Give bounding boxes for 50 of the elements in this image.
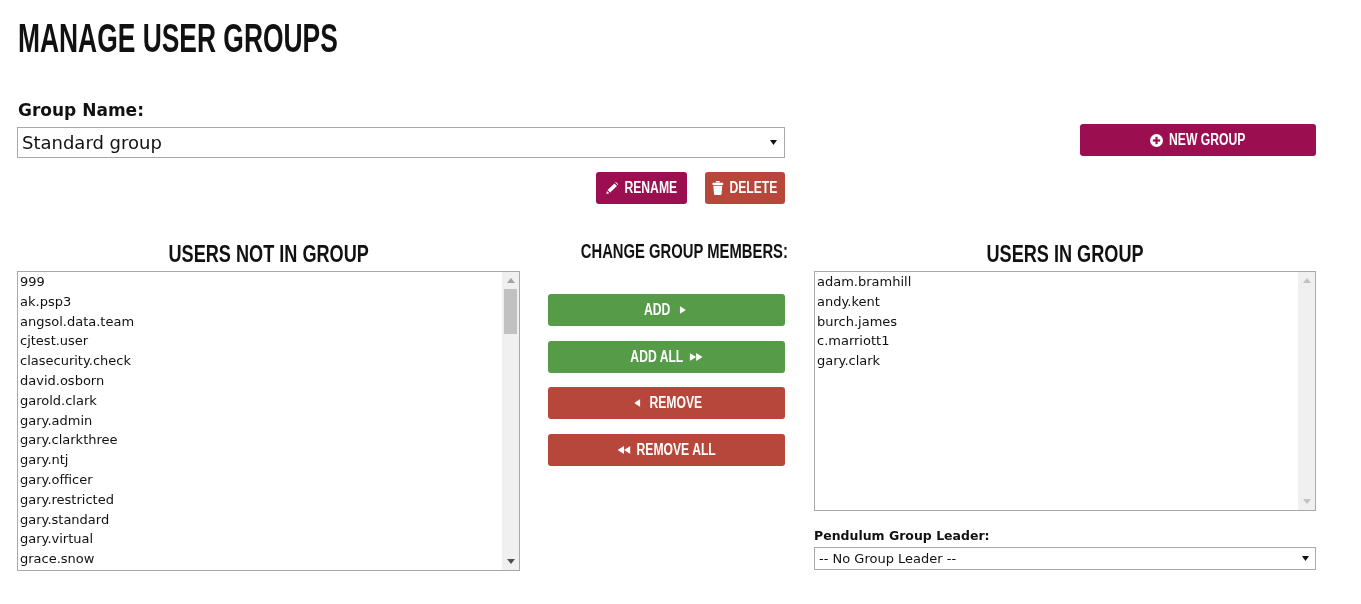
list-item[interactable]: adam.bramhill	[816, 272, 1298, 292]
caret-right-icon	[679, 306, 686, 314]
rename-button[interactable]: RENAME	[596, 172, 687, 204]
list-item[interactable]: angsol.data.team	[19, 311, 502, 332]
column-heading: USERS IN GROUP	[986, 242, 1144, 266]
list-item[interactable]: cjtest.user	[19, 331, 502, 352]
list-item[interactable]: gary.virtual	[19, 529, 502, 550]
list-item[interactable]: andy.kent	[816, 291, 1298, 312]
group-leader-label: Pendulum Group Leader:	[814, 528, 990, 544]
new-group-button[interactable]: NEW GROUP	[1080, 124, 1316, 156]
list-item[interactable]: grace.snow	[19, 549, 502, 569]
list-item[interactable]: gary.officer	[19, 469, 502, 490]
caret-left-icon	[634, 399, 641, 408]
list-item[interactable]: gary.clark	[816, 351, 1298, 371]
page-title: MANAGE USER GROUPS	[18, 19, 338, 57]
list-item[interactable]: gary.admin	[19, 410, 502, 431]
list-item[interactable]: garold.clark	[19, 390, 502, 411]
list-item[interactable]: gary.ntj	[19, 450, 502, 470]
scrollbar-thumb[interactable]	[504, 289, 517, 334]
delete-button[interactable]: DELETE	[705, 172, 785, 204]
caret-down-icon	[770, 140, 777, 145]
list-item[interactable]: clasecurity.check	[19, 351, 502, 371]
user-list-box[interactable]: 999 ak.psp3 angsol.data.team cjtest.user clasecurity.check david.osborn garold.clark gary.admin gary.clarkthree gary.ntj gary.officer gary.restricted gary.standard gary.virtual grace.snow	[17, 271, 520, 571]
trash-icon	[712, 181, 724, 195]
remove-all-button[interactable]: REMOVE ALL	[548, 434, 785, 467]
caret-down-icon	[1302, 556, 1309, 561]
group-name-label: Group Name:	[18, 99, 144, 121]
double-caret-right-icon	[689, 352, 703, 361]
list-item[interactable]: gary.clarkthree	[19, 430, 502, 451]
user-list-box[interactable]: adam.bramhill andy.kent burch.james c.marriott1 gary.clark	[814, 271, 1316, 511]
list-item[interactable]: 999	[19, 272, 502, 292]
remove-button[interactable]: REMOVE	[548, 387, 785, 420]
caret-up-icon[interactable]	[506, 278, 515, 283]
list-item[interactable]: ak.psp3	[19, 291, 502, 312]
group-name-select[interactable]: Standard group	[17, 127, 785, 158]
list-item[interactable]: c.marriott1	[816, 331, 1298, 352]
column-heading: USERS NOT IN GROUP	[168, 242, 369, 266]
list-item[interactable]: gary.restricted	[19, 489, 502, 510]
double-caret-left-icon	[617, 446, 631, 455]
scrollbar[interactable]	[502, 272, 519, 570]
group-leader-select[interactable]: -- No Group Leader --	[814, 547, 1316, 570]
plus-circle-icon	[1150, 133, 1164, 147]
list-item[interactable]: gary.standard	[19, 509, 502, 530]
pencil-icon	[606, 182, 619, 194]
section-heading: CHANGE GROUP MEMBERS:	[580, 241, 788, 261]
caret-up-icon[interactable]	[1302, 278, 1311, 283]
caret-down-icon[interactable]	[506, 559, 515, 564]
list-item[interactable]: burch.james	[816, 311, 1298, 332]
list-item[interactable]: david.osborn	[19, 371, 502, 391]
scrollbar[interactable]	[1298, 272, 1315, 510]
